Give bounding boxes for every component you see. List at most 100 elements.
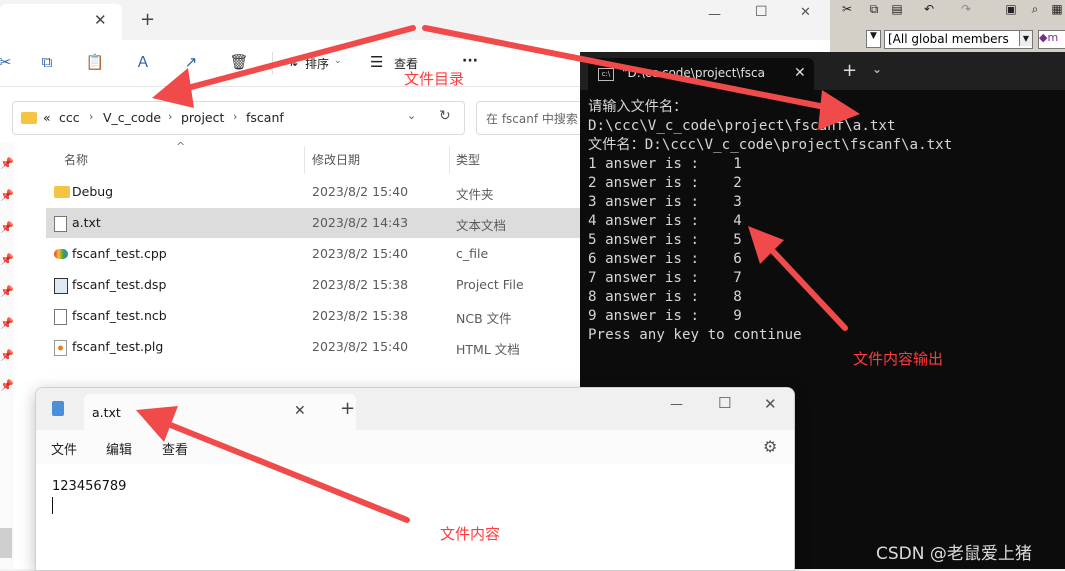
chevron-down-icon: ⌄	[334, 56, 342, 66]
blank-file-icon	[54, 309, 67, 325]
more-options-button[interactable]: ···	[462, 53, 478, 69]
console-line: 2 answer is : 2	[588, 175, 742, 191]
minimize-icon[interactable]: —	[670, 397, 683, 412]
console-tab-title: "D:\cc code\project\fsca	[622, 66, 765, 80]
menu-edit[interactable]: 编辑	[106, 439, 132, 458]
pin-icon[interactable]: 📌	[0, 379, 14, 392]
maximize-icon[interactable]: ☐	[718, 394, 731, 412]
new-tab-icon[interactable]: +	[842, 60, 857, 81]
file-type: Project File	[456, 277, 524, 292]
chevron-right-icon: ›	[89, 110, 94, 123]
output-icon[interactable]: ▦	[1048, 0, 1065, 18]
column-header-modified[interactable]: 修改日期	[312, 151, 360, 168]
notepad-menu-bar: 文件 编辑 查看 ⚙	[36, 430, 794, 464]
file-name: fscanf_test.dsp	[72, 277, 167, 292]
workspace-icon[interactable]: ▣	[1002, 0, 1020, 18]
file-name: Debug	[72, 184, 114, 199]
file-type: 文本文档	[456, 218, 507, 233]
folder-icon	[21, 112, 37, 124]
console-line: 8 answer is : 8	[588, 289, 742, 305]
menu-view[interactable]: 查看	[162, 439, 188, 458]
chevron-down-icon[interactable]: ⌄	[407, 109, 416, 122]
method-dropdown-icon[interactable]: ◆m	[1038, 30, 1065, 49]
console-line: 3 answer is : 3	[588, 194, 742, 210]
file-type: c_file	[456, 246, 489, 261]
chevron-right-icon: ›	[233, 110, 238, 123]
new-tab-icon[interactable]: +	[340, 398, 355, 419]
dropdown-arrow-icon[interactable]: ▼	[866, 30, 881, 48]
maximize-icon[interactable]: ☐	[755, 4, 768, 20]
console-line: 5 answer is : 5	[588, 232, 742, 248]
chevron-right-icon: ›	[168, 110, 173, 123]
console-line: 6 answer is : 6	[588, 251, 742, 267]
project-file-icon	[54, 278, 68, 294]
console-output: 请输入文件名： D:\ccc\V_c_code\project\fscanf\a.…	[588, 98, 1058, 345]
close-tab-icon[interactable]: ✕	[94, 11, 107, 29]
share-icon[interactable]: ↗	[180, 51, 202, 73]
members-dropdown[interactable]: [All global members	[884, 30, 1033, 49]
column-header-name[interactable]: 名称	[64, 151, 88, 168]
column-header-type[interactable]: 类型	[456, 151, 480, 168]
terminal-icon: c:\	[598, 68, 614, 81]
console-line: 7 answer is : 7	[588, 270, 742, 286]
column-divider[interactable]	[449, 146, 450, 174]
address-bar[interactable]: « ccc › V_c_code › project › fscanf ⌄ ↻	[12, 101, 465, 135]
annotation-output: 文件内容输出	[853, 350, 944, 368]
settings-gear-icon[interactable]: ⚙	[763, 437, 777, 456]
notepad-text-area[interactable]: 123456789	[36, 464, 794, 570]
nav-scrollbar-thumb[interactable]	[0, 528, 12, 558]
redo-icon[interactable]: ↷	[957, 0, 975, 18]
explorer-tab-bar: ✕ + — ☐ ✕	[0, 0, 830, 40]
breadcrumb-fscanf[interactable]: fscanf	[246, 110, 284, 125]
rename-icon[interactable]: Ａ	[132, 51, 154, 73]
file-name: fscanf_test.plg	[72, 339, 164, 354]
console-line: D:\ccc\V_c_code\project\fscanf\a.txt	[588, 118, 896, 134]
minimize-icon[interactable]: —	[708, 7, 721, 22]
console-line: 1 answer is : 1	[588, 156, 742, 172]
file-name: fscanf_test.cpp	[72, 246, 167, 261]
cut-icon[interactable]: ✂	[0, 51, 16, 73]
sort-button[interactable]: 排序	[305, 55, 329, 72]
notepad-tab[interactable]: a.txt ✕	[84, 394, 356, 430]
annotation-file-directory: 文件目录	[404, 70, 465, 88]
members-dropdown-label: [All global members	[888, 32, 1009, 46]
cut-icon[interactable]: ✂	[838, 0, 856, 18]
copy-icon[interactable]: ⧉	[36, 51, 58, 73]
view-icon[interactable]: ☰	[370, 53, 383, 71]
dropdown-arrow-icon[interactable]: ▼	[1019, 31, 1032, 46]
breadcrumb-ccc[interactable]: ccc	[59, 110, 80, 125]
close-window-icon[interactable]: ✕	[764, 395, 777, 413]
breadcrumb-v-c-code[interactable]: V_c_code	[103, 110, 161, 125]
notepad-window: a.txt ✕ + — ☐ ✕ 文件 编辑 查看 ⚙ 123456789	[35, 387, 795, 571]
new-tab-icon[interactable]: +	[140, 9, 155, 30]
delete-icon[interactable]: 🗑	[228, 51, 250, 73]
close-window-icon[interactable]: ✕	[800, 5, 811, 20]
sort-icon[interactable]: ⇅	[288, 55, 298, 69]
copy-icon[interactable]: ⧉	[865, 0, 883, 18]
explorer-tab[interactable]: ✕	[0, 4, 122, 40]
breadcrumb-overflow[interactable]: «	[43, 110, 51, 125]
menu-file[interactable]: 文件	[51, 439, 77, 458]
undo-icon[interactable]: ↶	[920, 0, 938, 18]
breadcrumb-project[interactable]: project	[181, 110, 224, 125]
find-icon[interactable]: ⌕	[1026, 0, 1044, 18]
file-modified: 2023/8/2 15:40	[312, 184, 409, 199]
pin-icon[interactable]: 📌	[0, 157, 14, 170]
console-line: 9 answer is : 9	[588, 308, 742, 324]
column-divider[interactable]	[304, 146, 305, 174]
close-tab-icon[interactable]: ✕	[294, 403, 306, 419]
watermark: CSDN @老鼠爱上猪	[876, 544, 1032, 564]
paste-icon[interactable]: ▤	[888, 0, 906, 18]
file-modified: 2023/8/2 15:40	[312, 339, 409, 354]
file-name: fscanf_test.ncb	[72, 308, 167, 323]
annotation-file-content: 文件内容	[440, 525, 501, 543]
file-modified: 2023/8/2 15:38	[312, 277, 409, 292]
chevron-down-icon[interactable]: ⌄	[872, 62, 882, 76]
file-type: HTML 文档	[456, 342, 520, 357]
close-tab-icon[interactable]: ✕	[794, 65, 806, 81]
file-modified: 2023/8/2 15:38	[312, 308, 409, 323]
console-tab-bar: c:\ "D:\cc code\project\fsca ✕ + ⌄	[580, 52, 1065, 90]
refresh-icon[interactable]: ↻	[439, 108, 451, 124]
console-tab[interactable]: c:\ "D:\cc code\project\fsca ✕	[588, 58, 814, 90]
paste-icon[interactable]: 📋	[84, 51, 106, 73]
